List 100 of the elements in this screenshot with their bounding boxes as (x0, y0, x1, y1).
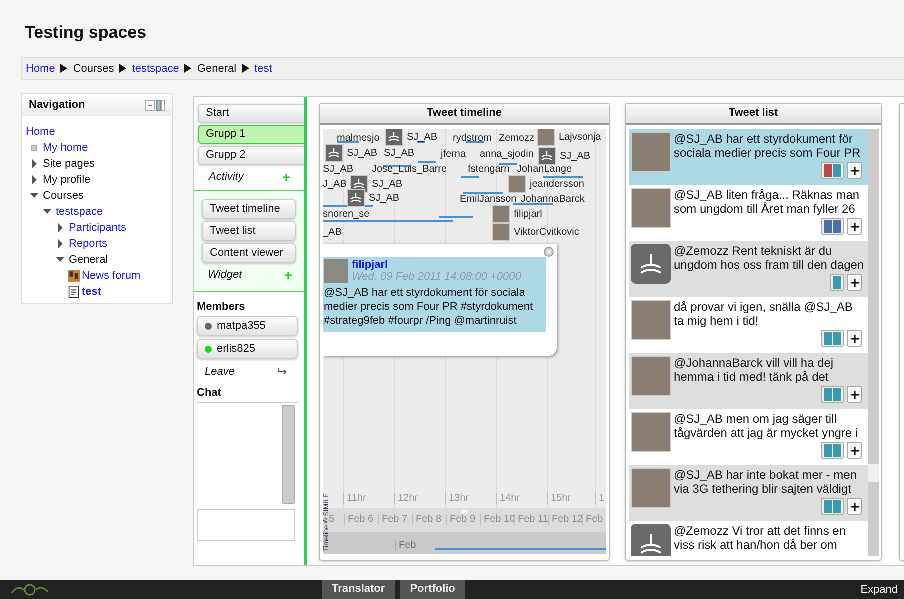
navigation-link[interactable]: My home (43, 142, 88, 154)
navigation-item[interactable]: Site pages (43, 158, 95, 170)
member-button[interactable]: erlis825 (197, 339, 298, 359)
event-label[interactable]: jferna (441, 149, 466, 161)
event-label[interactable]: JohannaBarck (521, 194, 585, 206)
hour-label: 15hr (547, 493, 572, 504)
breadcrumb-link[interactable]: test (254, 62, 272, 74)
day-label: Feb 8 (412, 514, 442, 525)
widget-label: Widget (208, 269, 242, 281)
chat-heading: Chat (197, 387, 222, 399)
leave-link[interactable]: Leave (205, 366, 235, 378)
logo-icon[interactable] (10, 582, 50, 596)
month-label: Feb (395, 540, 416, 551)
add-button[interactable] (847, 498, 862, 515)
event-label[interactable]: filipjarl (514, 209, 542, 221)
tweet-text: @SJ_AB har ett styrdokument för sociala medier precis som Four PR #styrdokument #strateg9feb #fourpr /Ping @martinruist (324, 286, 534, 328)
close-icon[interactable] (544, 247, 554, 257)
logo-avatar-icon[interactable] (347, 189, 365, 207)
event-label[interactable]: anna_sjodin (480, 149, 534, 161)
group-tab[interactable]: Start (198, 104, 304, 123)
hour-label: 14hr (496, 493, 520, 504)
group-tab[interactable]: Grupp 1 (198, 125, 304, 144)
navigation-item[interactable]: General (69, 254, 108, 266)
event-label[interactable]: _AB (323, 227, 342, 239)
user-link[interactable]: filipjarl (352, 259, 522, 271)
add-button[interactable] (847, 218, 862, 235)
event-label[interactable]: rydstrom (453, 133, 492, 145)
add-button[interactable] (847, 386, 862, 403)
scroll-thumb[interactable] (868, 464, 879, 482)
hour-label: 1 (595, 493, 605, 504)
plus-icon (850, 334, 858, 342)
event-label[interactable]: JohanLange (517, 164, 572, 176)
activity-label: Activity (209, 171, 244, 183)
tag-button[interactable] (821, 162, 844, 179)
event-label[interactable]: SJ_AB (323, 164, 354, 176)
expand-button[interactable]: Expand (860, 584, 898, 596)
bottom-tab[interactable]: Translator (322, 580, 396, 599)
tag-button[interactable] (821, 218, 844, 235)
event-label[interactable]: ViktorCvitkovic (514, 227, 580, 239)
event-label[interactable]: SJ_AB (384, 148, 415, 160)
widget-button[interactable]: Tweet list (202, 221, 296, 241)
event-label[interactable]: malmesjo (337, 133, 380, 145)
logo-avatar-icon[interactable] (538, 147, 556, 165)
navigation-link[interactable]: test (82, 286, 102, 298)
navigation-item[interactable]: My profile (43, 174, 91, 186)
forum-icon (68, 270, 80, 282)
navigation-link[interactable]: Participants (69, 222, 126, 234)
event-label[interactable]: fstengarn (468, 164, 510, 176)
day-label: Feb 11 (514, 514, 548, 525)
event-label[interactable]: J_AB (323, 179, 347, 191)
day-label: Feb 7 (378, 514, 408, 525)
widget-button[interactable]: Tweet timeline (202, 199, 296, 219)
tweet-row[interactable]: @Zemozz Rent tekniskt är du ungdom hos oss fram till den dagen (629, 241, 868, 297)
navigation-item[interactable]: Courses (43, 190, 84, 202)
photo-placeholder[interactable] (492, 223, 510, 241)
widget-button[interactable]: Content viewer (202, 243, 296, 263)
navigation-link[interactable]: Reports (69, 238, 108, 250)
member-button[interactable]: matpa355 (197, 316, 298, 336)
tweet-text: @SJ_AB har ett styrdokument för sociala medier precis som Four PR (674, 132, 862, 162)
event-label[interactable]: EmilJansson (460, 194, 517, 206)
event-label[interactable]: Zemozz (499, 133, 535, 145)
photo-placeholder[interactable] (508, 175, 526, 193)
bottom-tab[interactable]: Portfolio (400, 580, 466, 599)
add-button[interactable] (847, 442, 862, 459)
event-label[interactable]: SJ_AB (347, 148, 378, 160)
tweet-text: @SJ_AB liten fråga... Räknas man som ungdom till Året man fyller 26 (674, 188, 861, 218)
navigation-link[interactable]: Home (26, 126, 56, 138)
day-label: Feb (582, 514, 604, 525)
event-label[interactable]: Lajvsonja (559, 132, 602, 144)
logo-avatar-icon[interactable] (385, 129, 403, 146)
photo-placeholder[interactable] (492, 205, 510, 223)
event-label[interactable]: snoren_se (323, 209, 370, 221)
event-label[interactable]: Jose_Luis_Barre (372, 164, 448, 176)
scrollbar[interactable] (282, 405, 295, 504)
navigation-link[interactable]: testspace (56, 206, 104, 218)
group-tab[interactable]: Grupp 2 (198, 146, 304, 165)
add-button[interactable] (847, 162, 862, 179)
event-label[interactable]: jeandersson (530, 179, 584, 191)
tweet-row[interactable]: @SJ_AB har ett styrdokument för sociala medier precis som Four PR (629, 129, 868, 185)
hour-label: 11hr (343, 493, 366, 504)
member-name: erlis825 (217, 343, 256, 355)
scrollbar[interactable] (868, 129, 879, 556)
event-label[interactable]: SJ_AB (407, 132, 438, 144)
dock-icon[interactable] (145, 100, 165, 110)
add-button[interactable] (847, 330, 862, 347)
day-label: Feb 9 (446, 514, 476, 525)
navigation-link[interactable]: News forum (82, 270, 141, 282)
plus-icon (850, 446, 858, 454)
tweet-row[interactable]: @JohannaBarck vill vill ha dej hemma i tid med! tänk på det (629, 353, 868, 409)
event-label[interactable]: SJ_AB (369, 193, 400, 205)
chat-input-field[interactable] (197, 509, 295, 541)
logo-avatar-icon[interactable] (325, 144, 343, 162)
photo-placeholder[interactable] (537, 129, 555, 146)
tweet-row[interactable]: @SJ_AB har inte bokat mer - men via 3G tethering blir sajten väldigt (629, 465, 868, 521)
event-label[interactable]: SJ_AB (560, 151, 591, 163)
breadcrumb-link[interactable]: Home (26, 62, 56, 74)
breadcrumb-link[interactable]: testspace (132, 62, 180, 74)
exit-arrow-icon[interactable] (278, 368, 288, 376)
event-label[interactable]: SJ_AB (372, 179, 403, 191)
add-button[interactable] (847, 274, 862, 291)
